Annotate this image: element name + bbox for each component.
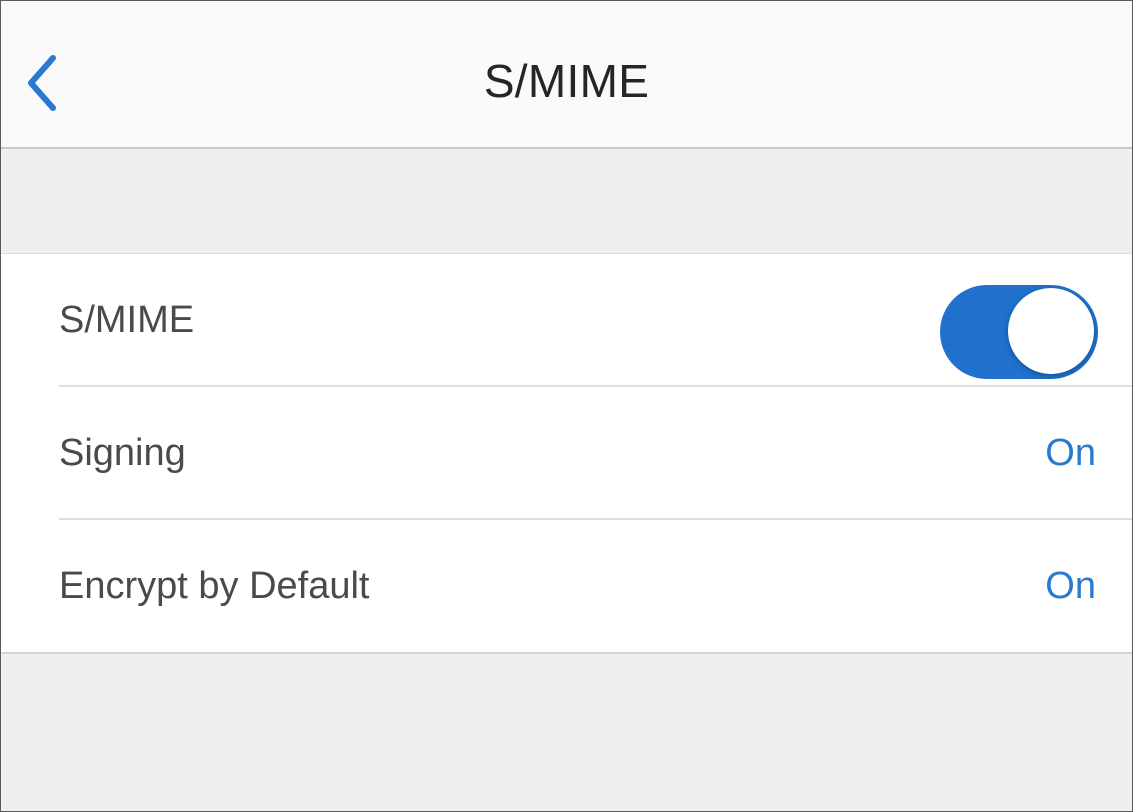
- signing-row-label: Signing: [59, 432, 186, 474]
- navigation-bar: S/MIME: [1, 1, 1132, 149]
- smime-toggle-row: S/MIME: [1, 254, 1132, 386]
- encrypt-by-default-status-value[interactable]: On: [1045, 520, 1096, 652]
- encrypt-by-default-row[interactable]: Encrypt by Default On: [1, 520, 1132, 652]
- smime-settings-list: S/MIME Signing On Encrypt by Default On: [1, 253, 1132, 654]
- signing-row[interactable]: Signing On: [1, 387, 1132, 519]
- smime-settings-screen: S/MIME S/MIME Signing On Encrypt by Defa…: [0, 0, 1133, 812]
- encrypt-by-default-row-label: Encrypt by Default: [59, 565, 370, 607]
- section-spacer: [1, 149, 1132, 253]
- smime-toggle[interactable]: [940, 285, 1098, 379]
- signing-status-value[interactable]: On: [1045, 387, 1096, 519]
- smime-row-label: S/MIME: [59, 299, 195, 341]
- toggle-knob: [1008, 288, 1094, 374]
- page-title: S/MIME: [483, 55, 650, 107]
